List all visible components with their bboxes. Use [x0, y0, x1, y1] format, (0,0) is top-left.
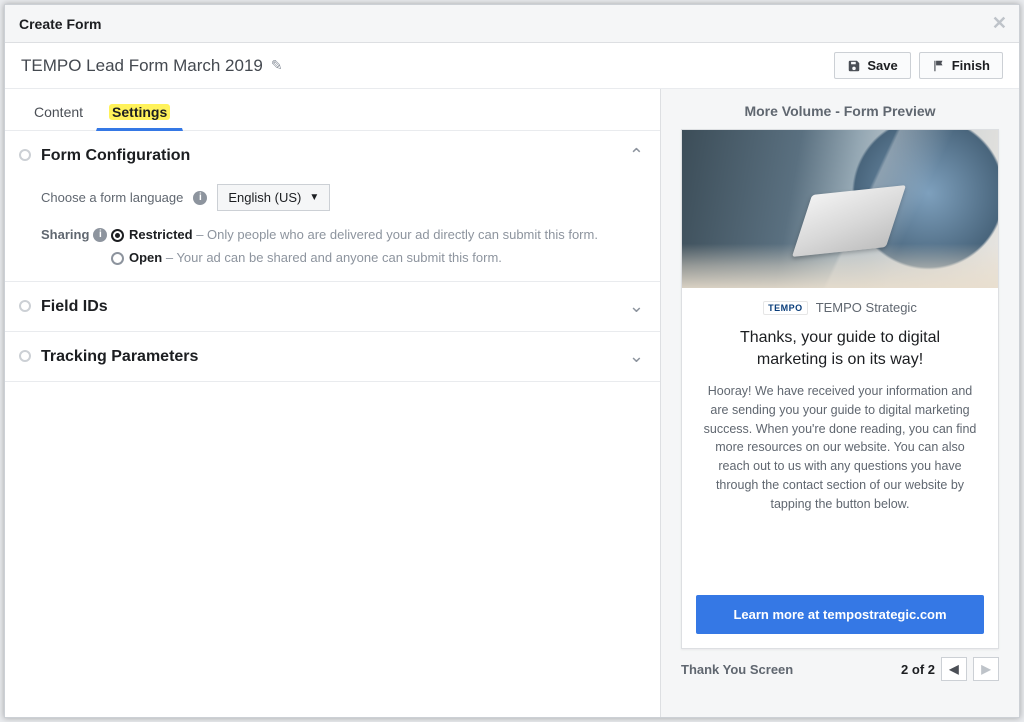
language-label: Choose a form language	[41, 190, 183, 205]
save-label: Save	[867, 58, 897, 73]
tab-settings[interactable]: Settings	[96, 93, 183, 131]
section-status-icon	[19, 300, 31, 312]
finish-button[interactable]: Finish	[919, 52, 1003, 79]
section-title-fieldids: Field IDs	[41, 298, 108, 316]
section-field-ids: Field IDs ⌄	[5, 282, 660, 332]
finish-label: Finish	[952, 58, 990, 73]
brand-name: TEMPO Strategic	[816, 300, 917, 315]
option-open-desc: – Your ad can be shared and anyone can s…	[162, 250, 502, 265]
brand-logo: TEMPO	[763, 301, 808, 315]
preview-header: More Volume - Form Preview	[744, 103, 935, 119]
tab-content[interactable]: Content	[21, 93, 96, 131]
section-head-tracking[interactable]: Tracking Parameters ⌄	[41, 346, 644, 367]
left-pane: Content Settings Form Configuration ⌃ Ch…	[5, 89, 661, 717]
preview-footer-label: Thank You Screen	[681, 662, 793, 677]
section-head-config[interactable]: Form Configuration ⌃	[41, 145, 644, 166]
page-total: 2	[928, 662, 935, 677]
form-name-row: TEMPO Lead Form March 2019 ✎	[21, 56, 283, 76]
radio-restricted[interactable]	[111, 229, 124, 242]
section-status-icon	[19, 149, 31, 161]
form-name-text: TEMPO Lead Form March 2019	[21, 56, 263, 76]
sharing-group: Sharing i Restricted – Only people who a…	[41, 227, 644, 265]
close-icon[interactable]: ✕	[992, 13, 1007, 34]
caret-down-icon: ▼	[309, 192, 319, 203]
tab-content-label: Content	[34, 104, 83, 120]
language-value: English (US)	[228, 190, 301, 205]
pencil-icon[interactable]: ✎	[271, 57, 283, 74]
option-open[interactable]: Open – Your ad can be shared and anyone …	[129, 250, 644, 265]
preview-headline: Thanks, your guide to digital marketing …	[682, 319, 998, 382]
chevron-down-icon: ⌄	[629, 346, 644, 367]
preview-brand: TEMPO TEMPO Strategic	[682, 288, 998, 319]
chevron-up-icon: ⌃	[629, 145, 644, 166]
info-icon[interactable]: i	[93, 228, 107, 242]
sharing-label: Sharing i	[41, 227, 111, 242]
section-status-icon	[19, 350, 31, 362]
option-restricted-name: Restricted	[129, 227, 193, 242]
save-icon	[847, 59, 861, 73]
prev-page-button[interactable]: ◀	[941, 657, 967, 681]
save-button[interactable]: Save	[834, 52, 910, 79]
option-restricted-desc: – Only people who are delivered your ad …	[193, 227, 598, 242]
flag-icon	[932, 59, 946, 73]
preview-footer: Thank You Screen 2 of 2 ◀ ▶	[681, 649, 999, 681]
language-row: Choose a form language i English (US) ▼	[41, 184, 644, 211]
info-icon[interactable]: i	[193, 191, 207, 205]
section-head-fieldids[interactable]: Field IDs ⌄	[41, 296, 644, 317]
modal-titlebar: Create Form ✕	[5, 5, 1019, 43]
form-header: TEMPO Lead Form March 2019 ✎ Save Finish	[5, 43, 1019, 89]
section-tracking: Tracking Parameters ⌄	[5, 332, 660, 382]
preview-body: Hooray! We have received your informatio…	[682, 382, 998, 531]
preview-card: TEMPO TEMPO Strategic Thanks, your guide…	[681, 129, 999, 649]
page-current: 2	[901, 662, 908, 677]
page-indicator: 2 of 2	[901, 662, 935, 677]
section-body-config: Choose a form language i English (US) ▼ …	[41, 166, 644, 265]
section-title-config: Form Configuration	[41, 147, 190, 165]
next-page-button[interactable]: ▶	[973, 657, 999, 681]
create-form-modal: Create Form ✕ TEMPO Lead Form March 2019…	[4, 4, 1020, 718]
preview-pane: More Volume - Form Preview TEMPO TEMPO S…	[661, 89, 1019, 717]
preview-cta-button[interactable]: Learn more at tempostrategic.com	[696, 595, 984, 634]
option-restricted[interactable]: Restricted – Only people who are deliver…	[129, 227, 644, 242]
preview-hero-image	[682, 130, 998, 288]
section-title-tracking: Tracking Parameters	[41, 348, 198, 366]
tab-bar: Content Settings	[5, 89, 660, 131]
option-open-name: Open	[129, 250, 162, 265]
modal-body: Content Settings Form Configuration ⌃ Ch…	[5, 89, 1019, 717]
header-actions: Save Finish	[834, 52, 1003, 79]
section-form-configuration: Form Configuration ⌃ Choose a form langu…	[5, 131, 660, 282]
preview-pager: 2 of 2 ◀ ▶	[901, 657, 999, 681]
chevron-down-icon: ⌄	[629, 296, 644, 317]
language-select[interactable]: English (US) ▼	[217, 184, 330, 211]
radio-open[interactable]	[111, 252, 124, 265]
sharing-label-text: Sharing	[41, 227, 89, 242]
modal-title: Create Form	[19, 16, 101, 32]
tab-settings-label: Settings	[109, 104, 170, 120]
